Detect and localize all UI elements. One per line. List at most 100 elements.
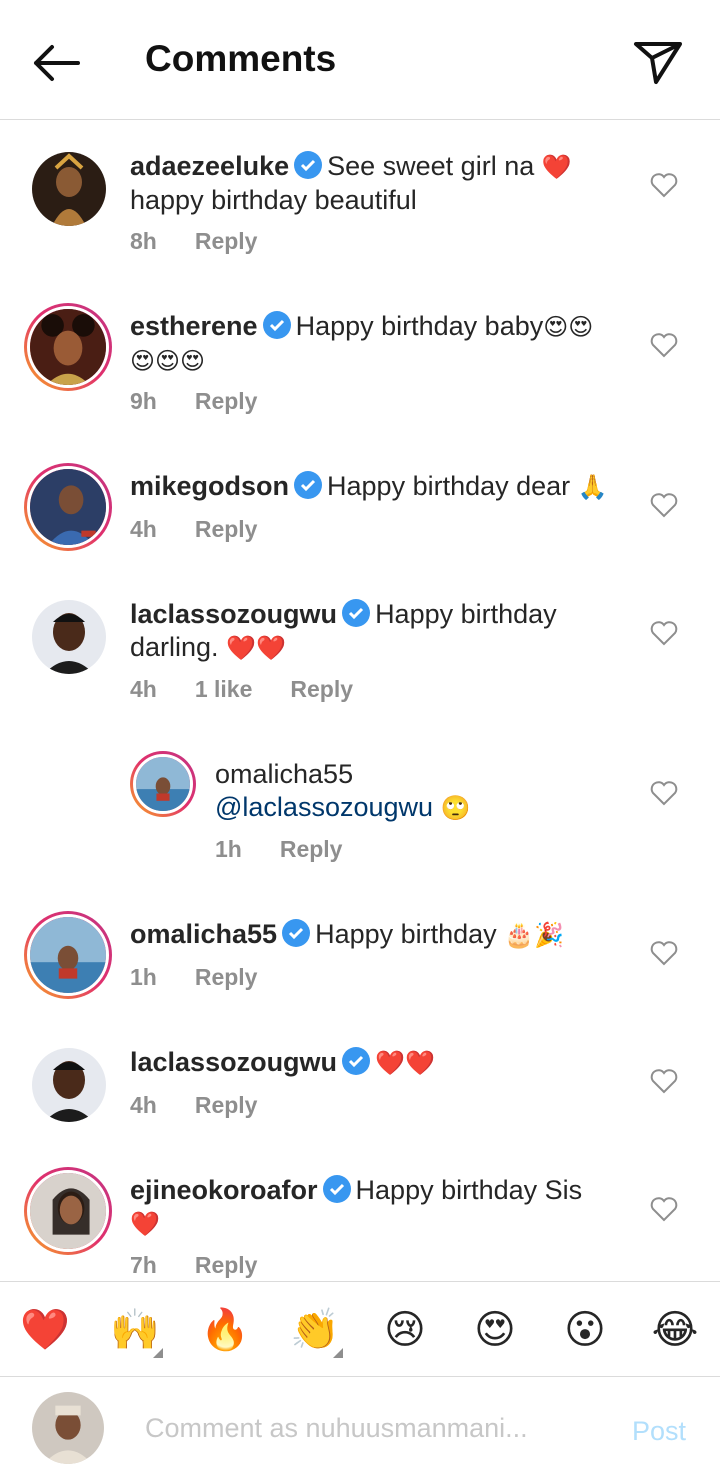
- comment-username[interactable]: mikegodson: [130, 471, 289, 501]
- skin-tone-indicator-icon: [153, 1348, 163, 1358]
- reply-button[interactable]: Reply: [195, 1252, 258, 1278]
- comment-username[interactable]: laclassozougwu: [130, 599, 337, 629]
- comment-text: laclassozougwu Happy birthday darling. ❤️…: [130, 598, 630, 665]
- reaction-heart-eyes[interactable]: 😍: [465, 1300, 525, 1360]
- post-button[interactable]: Post: [632, 1416, 686, 1447]
- avatar[interactable]: [24, 303, 112, 391]
- comment-username[interactable]: laclassozougwu: [130, 1047, 337, 1077]
- comment-body: Happy birthday Sis: [355, 1175, 583, 1205]
- raised-hands-icon: 🙌: [110, 1307, 160, 1353]
- verified-badge-icon: [294, 151, 323, 179]
- reply-button[interactable]: Reply: [290, 676, 353, 702]
- reply-button[interactable]: Reply: [195, 388, 258, 414]
- heart-outline-icon[interactable]: [650, 1196, 678, 1222]
- comment-meta: 9h Reply: [130, 388, 295, 415]
- heart-eyes-emoji: 😍😍: [543, 313, 594, 341]
- comment-text: omalicha55 @laclassozougwu 🙄: [215, 758, 635, 825]
- likes-count[interactable]: 1 like: [195, 676, 253, 702]
- comment-meta: 4h Reply: [130, 516, 295, 543]
- cake-party-emoji: 🎂🎉: [504, 921, 564, 949]
- comment-composer: Post: [0, 1378, 720, 1477]
- quick-reaction-bar: ❤️ 🙌 🔥 👏 😢 😍 😮 😂: [0, 1281, 720, 1377]
- comment-time: 8h: [130, 228, 157, 254]
- reaction-surprised[interactable]: 😮: [555, 1300, 615, 1360]
- comment-username[interactable]: estherene: [130, 311, 258, 341]
- comment-username[interactable]: adaezeeluke: [130, 151, 289, 181]
- heart-outline-icon[interactable]: [650, 492, 678, 518]
- heart-outline-icon[interactable]: [650, 1068, 678, 1094]
- comment-meta: 4h Reply: [130, 1092, 295, 1119]
- clapping-hands-icon: 👏: [290, 1307, 340, 1353]
- comment-body-line2: happy birthday beautiful: [130, 185, 417, 215]
- reply-button[interactable]: Reply: [195, 964, 258, 990]
- comment-time: 1h: [215, 836, 242, 862]
- comment-text: ejineokoroafor Happy birthday Sis ❤️: [130, 1174, 630, 1241]
- comment-time: 4h: [130, 516, 157, 542]
- verified-badge-icon: [294, 471, 323, 499]
- comment-item: ejineokoroafor Happy birthday Sis ❤️ 7h Re…: [0, 1164, 720, 1280]
- comment-text: estherene Happy birthday baby😍😍 😍😍😍: [130, 310, 630, 378]
- reply-button[interactable]: Reply: [195, 516, 258, 542]
- verified-badge-icon: [262, 311, 291, 339]
- comment-meta: 4h 1 like Reply: [130, 676, 391, 703]
- comment-input[interactable]: [145, 1408, 605, 1448]
- reaction-laughing[interactable]: 😂: [645, 1300, 705, 1360]
- comment-item: mikegodson Happy birthday dear 🙏 4h Reply: [0, 460, 720, 580]
- share-button[interactable]: [630, 36, 686, 86]
- comment-meta: 7h Reply: [130, 1252, 295, 1279]
- comment-item: adaezeeluke See sweet girl na ❤️ happy bi…: [0, 140, 720, 290]
- avatar[interactable]: [32, 152, 106, 226]
- avatar[interactable]: [32, 1048, 106, 1122]
- comment-body: Happy birthday: [315, 919, 497, 949]
- reaction-fire[interactable]: 🔥: [195, 1300, 255, 1360]
- skin-tone-indicator-icon: [333, 1348, 343, 1358]
- comment-item: estherene Happy birthday baby😍😍 😍😍😍 9h Rep…: [0, 300, 720, 450]
- heart-outline-icon[interactable]: [650, 172, 678, 198]
- reply-item: omalicha55 @laclassozougwu 🙄 1h Reply: [0, 748, 720, 878]
- comment-meta: 1h Reply: [130, 964, 295, 991]
- avatar[interactable]: [24, 1167, 112, 1255]
- heart-outline-icon[interactable]: [650, 332, 678, 358]
- comment-body: See sweet girl na: [327, 151, 535, 181]
- reaction-heart[interactable]: ❤️: [15, 1300, 75, 1360]
- avatar[interactable]: [32, 600, 106, 674]
- comment-body: Happy birthday: [375, 599, 557, 629]
- comment-body-line2: darling.: [130, 632, 219, 662]
- comment-username[interactable]: omalicha55: [130, 919, 277, 949]
- avatar[interactable]: [130, 751, 196, 817]
- page-title: Comments: [145, 38, 337, 79]
- heart-emoji: ❤️: [130, 1210, 160, 1238]
- comment-time: 7h: [130, 1252, 157, 1278]
- comment-text: omalicha55 Happy birthday 🎂🎉: [130, 918, 630, 952]
- comment-item: omalicha55 Happy birthday 🎂🎉 1h Reply: [0, 908, 720, 1028]
- heart-outline-icon[interactable]: [650, 940, 678, 966]
- comment-username[interactable]: omalicha55: [215, 759, 353, 789]
- reply-button[interactable]: Reply: [280, 836, 343, 862]
- eye-roll-emoji: 🙄: [440, 794, 471, 822]
- mention-link[interactable]: @laclassozougwu: [215, 792, 433, 822]
- comment-meta: 8h Reply: [130, 228, 295, 255]
- reaction-crying[interactable]: 😢: [375, 1300, 435, 1360]
- heart-outline-icon[interactable]: [650, 780, 678, 806]
- back-button[interactable]: [28, 38, 84, 88]
- reply-button[interactable]: Reply: [195, 1092, 258, 1118]
- comment-list[interactable]: adaezeeluke See sweet girl na ❤️ happy bi…: [0, 120, 720, 1280]
- avatar[interactable]: [24, 463, 112, 551]
- comment-time: 1h: [130, 964, 157, 990]
- avatar[interactable]: [24, 911, 112, 999]
- comment-username[interactable]: ejineokoroafor: [130, 1175, 318, 1205]
- verified-badge-icon: [322, 1175, 351, 1203]
- top-bar: Comments: [0, 0, 720, 120]
- verified-badge-icon: [342, 599, 371, 627]
- comment-text: adaezeeluke See sweet girl na ❤️ happy bi…: [130, 150, 630, 217]
- reply-button[interactable]: Reply: [195, 228, 258, 254]
- comment-text: mikegodson Happy birthday dear 🙏: [130, 470, 630, 504]
- arrow-left-icon: [34, 45, 80, 81]
- reaction-raised-hands[interactable]: 🙌: [105, 1300, 165, 1360]
- paper-plane-icon: [634, 42, 682, 84]
- reaction-clap[interactable]: 👏: [285, 1300, 345, 1360]
- hearts-emoji: ❤️❤️: [226, 634, 286, 662]
- comment-time: 9h: [130, 388, 157, 414]
- comment-time: 4h: [130, 1092, 157, 1118]
- heart-outline-icon[interactable]: [650, 620, 678, 646]
